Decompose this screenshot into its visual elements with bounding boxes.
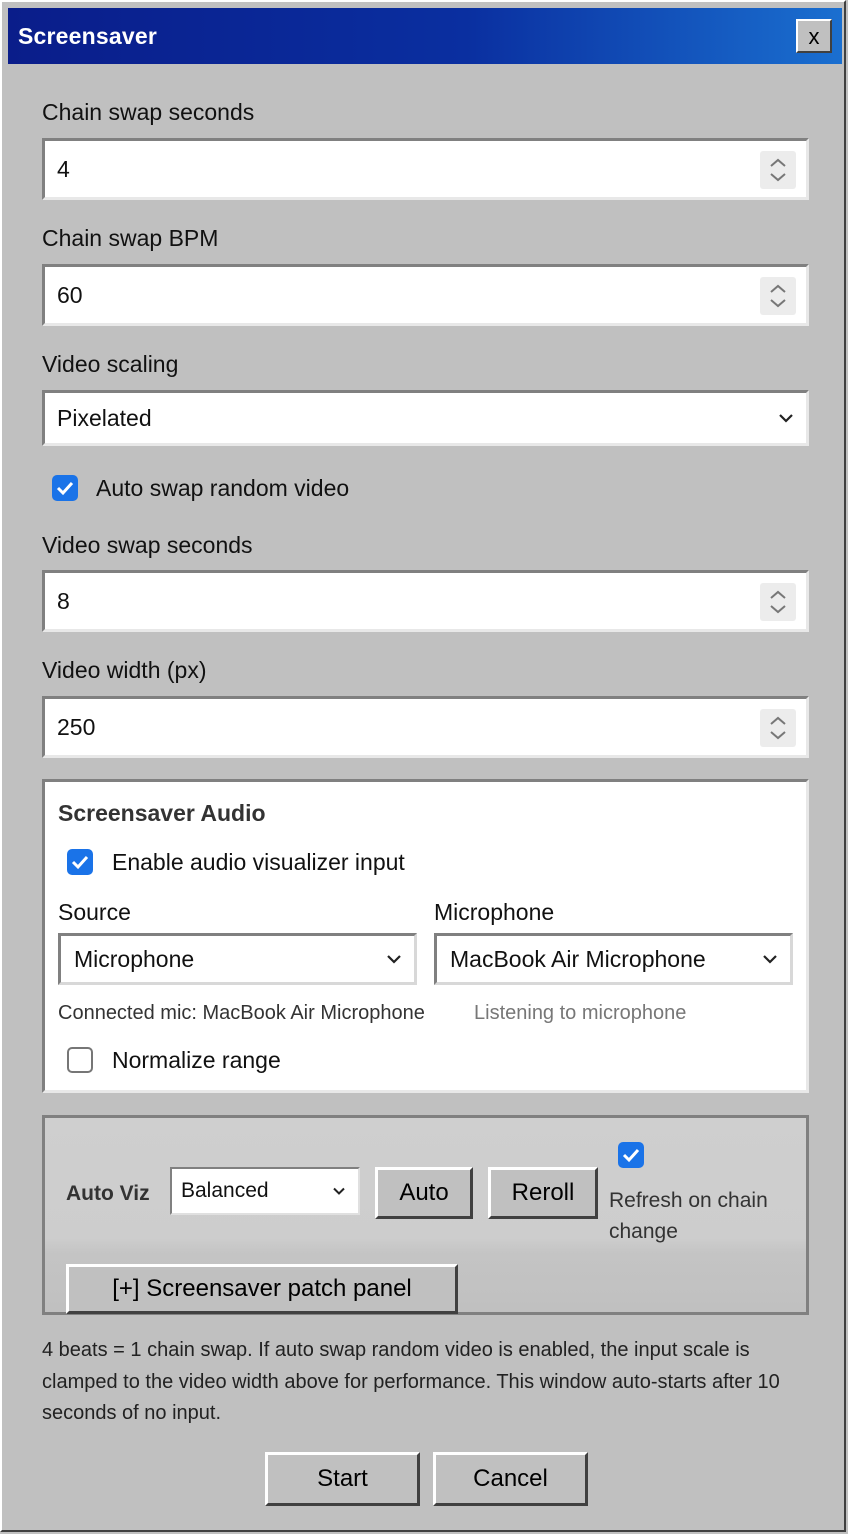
normalize-range-label: Normalize range <box>112 1047 281 1073</box>
video-width-value: 250 <box>57 713 96 740</box>
close-button[interactable]: x <box>796 19 832 53</box>
source-value: Microphone <box>74 945 195 972</box>
refresh-on-chain-checkbox[interactable] <box>618 1142 644 1168</box>
checkmark-icon <box>622 1148 640 1163</box>
chain-swap-bpm-value: 60 <box>57 281 83 308</box>
video-swap-seconds-value: 8 <box>57 587 70 614</box>
title-bar: Screensaver x <box>8 8 842 64</box>
video-scaling-select[interactable]: Pixelated <box>42 390 809 446</box>
normalize-range-checkbox[interactable] <box>67 1047 93 1073</box>
chain-swap-seconds-value: 4 <box>57 155 70 182</box>
chevron-down-icon <box>387 955 401 964</box>
reroll-button[interactable]: Reroll <box>488 1167 598 1219</box>
audio-heading: Screensaver Audio <box>58 800 266 826</box>
audio-panel: Screensaver Audio Enable audio visualize… <box>42 779 809 1093</box>
chain-swap-bpm-label: Chain swap BPM <box>42 225 219 251</box>
screensaver-dialog: Screensaver x Chain swap seconds 4 Chain… <box>0 0 846 1532</box>
chevron-down-icon <box>779 414 793 423</box>
microphone-value: MacBook Air Microphone <box>450 945 706 972</box>
enable-audio-label: Enable audio visualizer input <box>112 849 405 875</box>
microphone-select[interactable]: MacBook Air Microphone <box>434 933 793 985</box>
source-label: Source <box>58 899 131 925</box>
connected-mic-text: Connected mic: MacBook Air Microphone <box>58 1002 425 1024</box>
stepper-icon[interactable] <box>760 151 796 189</box>
enable-audio-checkbox[interactable] <box>67 849 93 875</box>
cancel-button[interactable]: Cancel <box>433 1452 588 1506</box>
video-swap-seconds-input[interactable]: 8 <box>42 570 809 632</box>
checkmark-icon <box>56 481 74 496</box>
stepper-icon[interactable] <box>760 277 796 315</box>
auto-swap-checkbox[interactable] <box>52 475 78 501</box>
stepper-icon[interactable] <box>760 583 796 621</box>
auto-viz-panel: Auto Viz Balanced Auto Reroll Refresh on… <box>42 1115 809 1315</box>
auto-viz-mode-select[interactable]: Balanced <box>170 1167 360 1215</box>
auto-viz-label: Auto Viz <box>66 1182 150 1205</box>
video-swap-seconds-label: Video swap seconds <box>42 532 253 558</box>
start-button[interactable]: Start <box>265 1452 420 1506</box>
video-width-input[interactable]: 250 <box>42 696 809 758</box>
refresh-on-chain-label: Refresh on chain change <box>609 1189 768 1243</box>
video-width-label: Video width (px) <box>42 657 207 683</box>
chevron-down-icon <box>763 955 777 964</box>
chain-swap-bpm-input[interactable]: 60 <box>42 264 809 326</box>
stepper-icon[interactable] <box>760 709 796 747</box>
patch-panel-button[interactable]: [+] Screensaver patch panel <box>66 1264 458 1314</box>
auto-button[interactable]: Auto <box>375 1167 473 1219</box>
chain-swap-seconds-label: Chain swap seconds <box>42 99 255 125</box>
microphone-label: Microphone <box>434 899 555 925</box>
listening-status-text: Listening to microphone <box>474 1002 687 1024</box>
source-select[interactable]: Microphone <box>58 933 417 985</box>
auto-swap-label: Auto swap random video <box>96 475 350 501</box>
checkmark-icon <box>71 855 89 870</box>
chevron-down-icon <box>333 1187 345 1195</box>
info-note: 4 beats = 1 chain swap. If auto swap ran… <box>42 1339 780 1424</box>
video-scaling-label: Video scaling <box>42 351 179 377</box>
chain-swap-seconds-input[interactable]: 4 <box>42 138 809 200</box>
video-scaling-value: Pixelated <box>57 404 152 431</box>
window-title: Screensaver <box>18 22 158 49</box>
auto-viz-mode-value: Balanced <box>181 1179 269 1202</box>
